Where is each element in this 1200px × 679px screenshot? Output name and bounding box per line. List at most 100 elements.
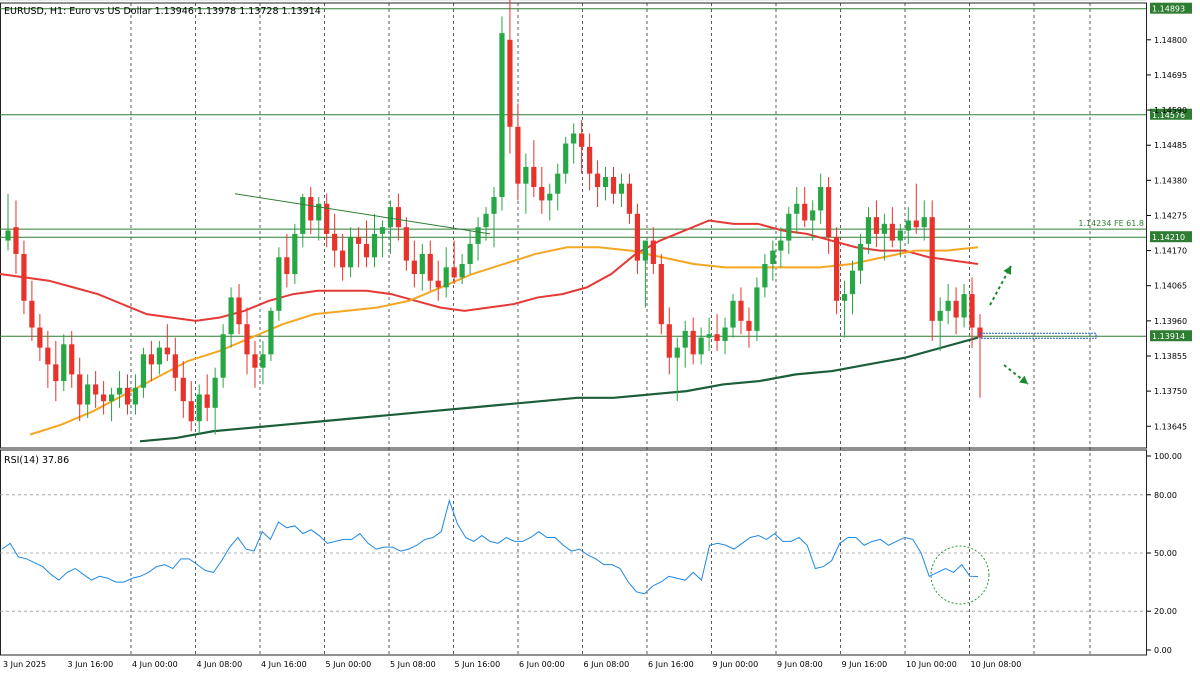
candle-body — [108, 394, 115, 402]
candle-body — [841, 294, 848, 301]
candle-body — [403, 227, 409, 261]
time-tick-label: 4 Jun 00:00 — [132, 660, 178, 669]
candle-body — [29, 300, 35, 328]
time-tick-label: 6 Jun 00:00 — [519, 660, 565, 669]
candle-body — [308, 197, 314, 221]
candle-body — [929, 217, 935, 321]
chart-canvas[interactable]: 1.14920 FE 100.01.148931.145761.14234 FE… — [0, 0, 1200, 675]
candle-body — [602, 176, 609, 188]
grid — [0, 2, 1147, 656]
chart-header: EURUSD, H1: Euro vs US Dollar 1.13946 1.… — [4, 6, 321, 17]
candle-body — [260, 354, 266, 368]
candle-body — [818, 187, 824, 211]
rsi-label: RSI(14) 37.86 — [4, 455, 69, 466]
candle-body — [881, 223, 887, 234]
candle-body — [37, 327, 43, 348]
time-tick-label: 9 Jun 00:00 — [713, 660, 759, 669]
time-tick-label: 5 Jun 00:00 — [326, 660, 372, 669]
candle-body — [371, 233, 378, 258]
candle-body — [618, 183, 625, 194]
candle-body — [196, 394, 202, 422]
candle-body — [435, 280, 441, 288]
candle-body — [650, 240, 656, 264]
candle-body — [268, 310, 274, 355]
time-tick-label: 10 Jun 00:00 — [906, 660, 957, 669]
candle-body — [156, 347, 162, 365]
rsi-tick-label: 100.00 — [1154, 452, 1182, 461]
price-tick-label: 1.14485 — [1154, 141, 1187, 150]
candle-body — [180, 377, 186, 402]
candle-body — [124, 387, 131, 405]
candle-body — [467, 243, 473, 264]
candle-body — [746, 320, 752, 331]
candle-body — [427, 253, 433, 281]
candle-body — [252, 354, 258, 368]
candle-body — [547, 193, 553, 201]
candle-body — [626, 183, 633, 214]
candle-body — [865, 217, 872, 244]
candle-body — [5, 230, 11, 241]
candle-body — [45, 347, 51, 365]
price-tick-label: 1.14065 — [1154, 282, 1187, 291]
candle-body — [690, 330, 696, 355]
candle-body — [523, 166, 529, 184]
candle-body — [587, 146, 593, 174]
candle-body — [802, 203, 808, 221]
candle-body — [539, 187, 545, 201]
chart-window[interactable]: 1.14920 FE 100.01.148931.145761.14234 FE… — [0, 0, 1200, 675]
candle-body — [93, 384, 99, 395]
time-tick-label: 9 Jun 16:00 — [842, 660, 888, 669]
candle-body — [85, 384, 91, 405]
candle-body — [507, 39, 513, 127]
candle-body — [849, 270, 856, 295]
ma-fast-line — [0, 219, 979, 322]
candle-body — [778, 240, 784, 251]
rsi-line — [1, 498, 979, 595]
candle-body — [292, 233, 298, 275]
candle-body — [53, 364, 59, 382]
time-tick-label: 10 Jun 08:00 — [971, 660, 1022, 669]
candle-body — [762, 263, 768, 288]
candle-body — [340, 250, 346, 268]
candle-body — [379, 227, 386, 234]
candle-body — [284, 257, 290, 275]
candle-body — [395, 207, 401, 228]
candle-body — [969, 294, 975, 328]
candle-body — [443, 267, 449, 288]
candle-body — [555, 173, 561, 194]
price-tick-label: 1.14590 — [1154, 106, 1187, 115]
candle-body — [332, 233, 338, 251]
trendline — [234, 193, 491, 235]
rsi-tick-label: 0.00 — [1154, 646, 1172, 655]
candle-body — [515, 126, 521, 184]
candle-body — [132, 387, 139, 405]
price-tick-label: 1.14695 — [1154, 71, 1187, 80]
candle-body — [953, 300, 959, 318]
rsi-tick-label: 80.00 — [1154, 491, 1177, 500]
candle-body — [921, 217, 927, 228]
bullish-arrow-head — [1003, 266, 1012, 275]
candle-body — [212, 377, 218, 408]
candle-body — [164, 347, 170, 355]
candle-body — [571, 133, 577, 144]
candle-body — [682, 330, 688, 348]
rsi-tick-label: 20.00 — [1154, 607, 1177, 616]
time-tick-label: 6 Jun 08:00 — [584, 660, 630, 669]
candle-body — [666, 324, 672, 358]
candle-body — [300, 197, 306, 234]
candle-body — [236, 297, 242, 325]
candle-body — [730, 300, 736, 328]
price-tick-label: 1.13750 — [1154, 387, 1187, 396]
price-tick-label: 1.14275 — [1154, 211, 1187, 220]
candle-body — [61, 344, 67, 382]
candle-body — [594, 173, 601, 188]
candle-body — [714, 334, 720, 341]
time-tick-label: 6 Jun 16:00 — [648, 660, 694, 669]
time-tick-label: 9 Jun 08:00 — [777, 660, 823, 669]
level-price-tag-text: 1.13914 — [1152, 332, 1185, 341]
candle-body — [826, 187, 832, 238]
candle-body — [204, 394, 210, 408]
candle-body — [961, 294, 967, 318]
candle-body — [188, 401, 194, 422]
candle-body — [722, 327, 728, 341]
